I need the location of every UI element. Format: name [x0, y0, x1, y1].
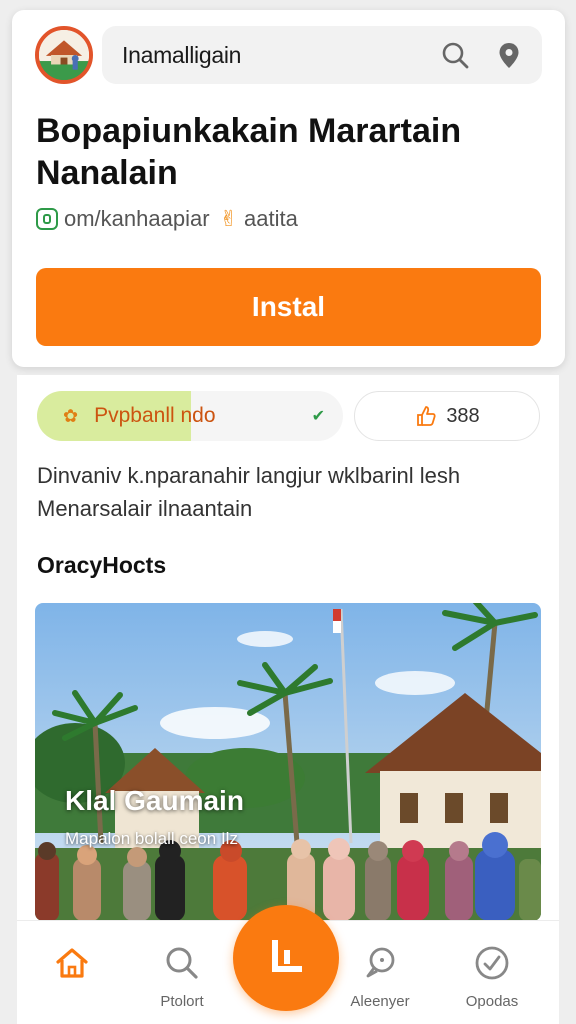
flower-icon: ✿	[63, 405, 79, 426]
app-title: Bopapiunkakain Marartain Nanalain	[36, 112, 462, 192]
nav-search-label: Ptolort	[160, 993, 204, 1010]
nav-home[interactable]	[17, 943, 127, 993]
location-pin-icon[interactable]	[492, 38, 526, 72]
likes-count: 388	[446, 404, 480, 427]
search-icon[interactable]	[438, 38, 472, 72]
app-meta: om/kanhaapiar ✌ aatita	[36, 206, 298, 232]
install-button[interactable]: Instal	[36, 268, 541, 346]
app-header-card: Inamalligain Bopapiunkakain Marartain Na…	[12, 10, 565, 367]
nav-options[interactable]: Opodas	[437, 943, 547, 1010]
home-icon	[56, 948, 88, 978]
category-chip[interactable]: ✿ Pvpbanll ndo ✔	[37, 391, 343, 441]
create-fab-button[interactable]	[233, 905, 339, 1011]
search-bar[interactable]: Inamalligain	[102, 26, 542, 84]
trending-icon: ✌	[219, 206, 238, 231]
add-post-icon	[272, 940, 302, 972]
app-description: Dinvaniv k.nparanahir langjur wklbarinl …	[37, 463, 461, 521]
chevron-down-icon: ✔	[311, 408, 325, 425]
featured-title: Klal Gaumain	[65, 785, 244, 816]
nav-messenger-label: Aleenyer	[350, 993, 410, 1010]
chat-bubble-icon	[366, 947, 395, 978]
check-circle-icon	[475, 946, 509, 980]
verified-shield-icon	[36, 208, 58, 230]
search-input[interactable]: Inamalligain	[122, 42, 418, 69]
search-icon	[166, 947, 198, 979]
nav-search[interactable]: Ptolort	[127, 943, 237, 1010]
developer-name[interactable]: om/kanhaapiar	[64, 206, 210, 232]
nav-options-label: Opodas	[465, 993, 519, 1010]
featured-image[interactable]: Klal Gaumain Mapalon bolall ceon Ilz	[35, 603, 541, 921]
nav-messenger[interactable]: Aleenyer	[325, 943, 435, 1010]
category-chip-label: Pvpbanll ndo	[94, 404, 216, 427]
bottom-navigation: Ptolort Aleenyer Opodas	[17, 905, 559, 1024]
section-title: OracyHocts	[37, 552, 167, 578]
thumbs-up-icon	[417, 406, 436, 426]
featured-subtitle: Mapalon bolall ceon Ilz	[65, 829, 238, 848]
app-logo-icon[interactable]	[35, 26, 93, 84]
app-badge: aatita	[243, 206, 298, 231]
likes-chip[interactable]: 388	[354, 391, 540, 441]
